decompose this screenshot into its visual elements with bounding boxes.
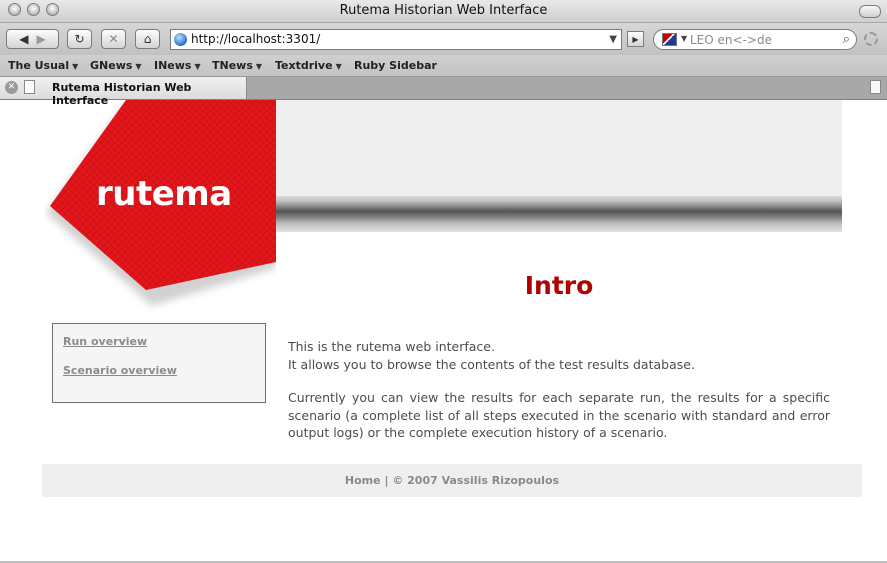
new-tab-icon[interactable] <box>870 80 881 94</box>
bookmark-tnews[interactable]: TNews ▼ <box>212 59 262 72</box>
footer-copyright: © 2007 Vassilis Rizopoulos <box>392 474 560 487</box>
footer-text: Home | © 2007 Vassilis Rizopoulos <box>42 474 862 487</box>
bookmark-gnews[interactable]: GNews ▼ <box>90 59 142 72</box>
bookmark-ruby-sidebar[interactable]: Ruby Sidebar <box>354 59 437 72</box>
tab-bar: ✕ Rutema Historian Web Interface <box>0 77 887 107</box>
header-metal-bar <box>276 196 842 232</box>
header-band <box>276 100 842 196</box>
home-icon: ⌂ <box>143 32 152 46</box>
run-overview-link[interactable]: Run overview <box>63 335 147 348</box>
window-title: Rutema Historian Web Interface <box>339 3 548 18</box>
main-content: This is the rutema web interface. It all… <box>288 338 830 442</box>
tab-close-icon[interactable]: ✕ <box>5 81 18 94</box>
bookmark-label: INews <box>154 59 192 72</box>
browser-toolbar: ◀ ▶ ↻ ✕ ⌂ http://localhost:3301/ ▼ ▶ ▼ L… <box>0 23 887 55</box>
scenario-overview-link[interactable]: Scenario overview <box>63 364 177 377</box>
search-field[interactable]: ▼ LEO en<->de ⌕ <box>653 29 857 50</box>
document-icon <box>24 80 35 94</box>
flag-icon[interactable] <box>662 33 677 46</box>
footer-home-link[interactable]: Home <box>345 474 381 487</box>
intro-line-1: This is the rutema web interface. <box>288 339 495 354</box>
page-title: Intro <box>524 271 594 300</box>
stop-button[interactable]: ✕ <box>101 29 126 49</box>
bookmark-label: The Usual <box>8 59 70 72</box>
reload-button[interactable]: ↻ <box>67 29 92 49</box>
dropdown-arrow-icon: ▼ <box>135 62 142 71</box>
address-text[interactable]: http://localhost:3301/ <box>191 32 320 46</box>
intro-paragraph: Currently you can view the results for e… <box>288 390 830 440</box>
dropdown-arrow-icon: ▼ <box>335 62 342 71</box>
play-icon: ▶ <box>632 34 639 44</box>
logo-text: rutema <box>96 174 232 214</box>
bookmark-textdrive[interactable]: Textdrive ▼ <box>275 59 342 72</box>
window-titlebar: Rutema Historian Web Interface <box>0 0 887 23</box>
toolbar-toggle-button[interactable] <box>859 5 881 18</box>
snapback-button[interactable]: ▶ <box>627 31 644 47</box>
dropdown-arrow-icon: ▼ <box>255 62 263 71</box>
back-forward-buttons[interactable]: ◀ ▶ <box>6 29 59 49</box>
bookmark-label: Textdrive <box>275 59 333 72</box>
reload-icon: ↻ <box>74 32 85 46</box>
history-dropdown-icon[interactable]: ▼ <box>609 34 617 45</box>
page-footer: Home | © 2007 Vassilis Rizopoulos <box>42 464 862 497</box>
home-button[interactable]: ⌂ <box>135 29 160 49</box>
footer-separator: | <box>384 474 389 487</box>
site-logo: rutema <box>44 100 276 312</box>
dropdown-arrow-icon: ▼ <box>72 62 79 71</box>
tab-rutema[interactable]: ✕ Rutema Historian Web Interface <box>0 77 247 107</box>
address-bar[interactable]: http://localhost:3301/ ▼ <box>170 29 622 50</box>
back-arrow-icon[interactable]: ◀ <box>19 32 28 46</box>
dropdown-arrow-icon: ▼ <box>194 62 201 71</box>
search-icon[interactable]: ⌕ <box>843 32 850 47</box>
bookmark-label: Ruby Sidebar <box>354 59 437 72</box>
sidebar-menu: Run overview Scenario overview <box>52 323 266 403</box>
bookmark-label: GNews <box>90 59 133 72</box>
stop-icon: ✕ <box>108 32 119 46</box>
bookmark-inews[interactable]: INews ▼ <box>154 59 201 72</box>
search-placeholder[interactable]: LEO en<->de <box>690 33 772 47</box>
search-engine-dropdown-icon[interactable]: ▼ <box>681 34 687 43</box>
forward-arrow-icon[interactable]: ▶ <box>37 32 46 46</box>
intro-line-2: It allows you to browse the contents of … <box>288 356 695 372</box>
bookmark-the-usual[interactable]: The Usual ▼ <box>8 59 78 72</box>
loading-spinner-icon <box>864 32 878 46</box>
bookmark-label: TNews <box>212 59 253 72</box>
globe-icon <box>174 33 187 46</box>
bookmarks-bar: The Usual ▼ GNews ▼ INews ▼ TNews ▼ Textdriv… <box>0 55 887 77</box>
